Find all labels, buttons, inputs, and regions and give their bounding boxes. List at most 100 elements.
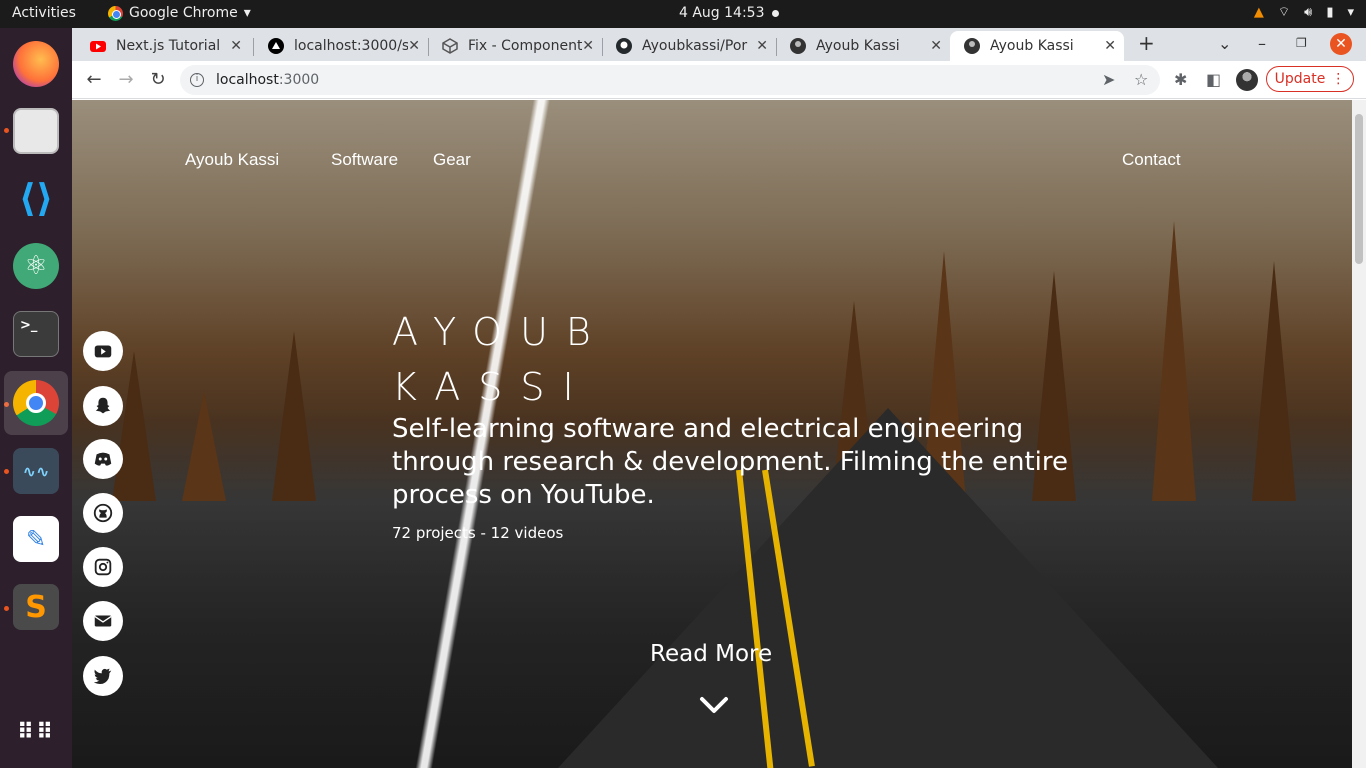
side-panel-icon[interactable]: ◧ xyxy=(1206,70,1221,89)
tab-strip: Next.js Tutorial ✕ localhost:3000/s ✕ Fi… xyxy=(72,28,1366,61)
terminal-icon: >_ xyxy=(13,311,59,357)
mail-link[interactable] xyxy=(83,601,123,641)
tab-fix-component[interactable]: Fix - Component ✕ xyxy=(428,31,602,61)
chrome-icon xyxy=(108,5,123,21)
vercel-icon xyxy=(268,38,284,54)
dock-files[interactable] xyxy=(4,99,68,163)
vlc-icon[interactable]: ▲ xyxy=(1254,5,1264,20)
bookmark-star-icon[interactable]: ☆ xyxy=(1134,70,1148,89)
chrome-icon xyxy=(13,380,59,426)
reload-button[interactable]: ↻ xyxy=(144,67,172,93)
discord-icon xyxy=(94,452,112,466)
tab-title: Ayoub Kassi xyxy=(990,38,1074,54)
send-icon[interactable]: ➤ xyxy=(1102,70,1115,89)
tab-github-repo[interactable]: Ayoubkassi/Por ✕ xyxy=(602,31,776,61)
nav-link-contact[interactable]: Contact xyxy=(1122,150,1181,170)
tab-search-button[interactable]: ⌄ xyxy=(1218,34,1231,53)
browser-toolbar: ← → ↻ i localhost:3000 ➤ ☆ ✱ ◧ Update ⋮ xyxy=(72,61,1366,99)
maximize-button[interactable]: ❐ xyxy=(1296,36,1307,50)
dock-system-monitor[interactable]: ∿∿ xyxy=(4,439,68,503)
twitter-icon xyxy=(93,668,112,685)
discord-link[interactable] xyxy=(83,439,123,479)
youtube-icon xyxy=(90,41,106,52)
more-menu-icon: ⋮ xyxy=(1331,71,1346,87)
hero-tagline: Self-learning software and electrical en… xyxy=(392,414,1068,510)
read-more-link[interactable]: Read More xyxy=(650,641,772,667)
tab-localhost-s[interactable]: localhost:3000/s ✕ xyxy=(254,31,428,61)
hero-stats: 72 projects - 12 videos xyxy=(392,524,564,542)
address-bar[interactable]: i localhost:3000 xyxy=(180,65,1160,95)
volume-icon: 🔊︎ xyxy=(1304,4,1313,20)
dock-terminal[interactable]: >_ xyxy=(4,302,68,366)
url-port: :3000 xyxy=(278,72,320,88)
dock-vscode[interactable]: ⟨⟩ xyxy=(4,166,68,230)
close-icon[interactable]: ✕ xyxy=(582,38,594,54)
chevron-down-icon: ▾ xyxy=(243,5,251,21)
clock[interactable]: 4 Aug 14:53 xyxy=(679,5,765,21)
url-host: localhost xyxy=(216,72,279,88)
snapchat-icon xyxy=(95,397,111,414)
chevron-down-icon: ▾ xyxy=(1347,4,1354,20)
close-icon[interactable]: ✕ xyxy=(756,38,768,54)
tab-title: Ayoub Kassi xyxy=(816,38,900,54)
youtube-link[interactable] xyxy=(83,331,123,371)
dock-chrome[interactable] xyxy=(4,371,68,435)
wifi-icon: ⌔ xyxy=(1277,5,1291,20)
extensions-icon[interactable]: ✱ xyxy=(1174,70,1187,89)
dock-app-grid[interactable]: ⠿⠿ xyxy=(4,700,68,764)
new-tab-button[interactable]: + xyxy=(1138,31,1155,55)
hero-name-line1: AYOUB xyxy=(392,310,609,354)
chevron-down-icon[interactable] xyxy=(699,690,729,720)
text-editor-icon: ✎ xyxy=(13,516,59,562)
profile-avatar[interactable] xyxy=(1236,69,1258,91)
update-button[interactable]: Update ⋮ xyxy=(1266,66,1354,92)
site-info-icon[interactable]: i xyxy=(190,73,204,87)
dock-firefox[interactable] xyxy=(4,32,68,96)
sublime-icon: S xyxy=(13,584,59,630)
close-icon[interactable]: ✕ xyxy=(230,38,242,54)
twitter-link[interactable] xyxy=(83,656,123,696)
close-icon[interactable]: ✕ xyxy=(408,38,420,54)
close-icon[interactable]: ✕ xyxy=(930,38,942,54)
close-icon[interactable]: ✕ xyxy=(1104,38,1116,54)
browser-window: Next.js Tutorial ✕ localhost:3000/s ✕ Fi… xyxy=(72,28,1366,768)
nav-brand-link[interactable]: Ayoub Kassi xyxy=(185,150,279,170)
scrollbar-thumb[interactable] xyxy=(1355,114,1363,264)
hero-name: AYOUB KASSI xyxy=(392,305,609,415)
app-menu-label: Google Chrome xyxy=(129,5,238,21)
atom-icon: ⚛ xyxy=(13,243,59,289)
tree-shape xyxy=(112,350,156,501)
vscode-icon: ⟨⟩ xyxy=(18,176,54,220)
nav-link-gear[interactable]: Gear xyxy=(433,150,471,170)
avatar-icon xyxy=(964,38,980,54)
mail-icon xyxy=(94,615,112,627)
app-menu[interactable]: Google Chrome ▾ xyxy=(108,5,251,21)
page-scrollbar[interactable] xyxy=(1352,100,1366,768)
tree-shape xyxy=(1252,260,1296,501)
dock-text-editor[interactable]: ✎ xyxy=(4,507,68,571)
tab-title: Fix - Component xyxy=(468,38,583,54)
minimize-button[interactable]: – xyxy=(1258,34,1266,53)
app-grid-icon: ⠿⠿ xyxy=(16,719,56,745)
hero-name-line2: KASSI xyxy=(392,365,592,409)
back-button[interactable]: ← xyxy=(80,67,108,93)
forward-button[interactable]: → xyxy=(112,67,140,93)
avatar-icon xyxy=(790,38,806,54)
snapchat-link[interactable] xyxy=(83,386,123,426)
instagram-icon xyxy=(94,558,112,576)
nav-link-software[interactable]: Software xyxy=(331,150,398,170)
youtube-icon xyxy=(94,345,112,358)
tree-shape xyxy=(182,390,226,501)
dock-atom[interactable]: ⚛ xyxy=(4,234,68,298)
tree-shape xyxy=(272,330,316,501)
dock-sublime[interactable]: S xyxy=(4,575,68,639)
close-window-button[interactable]: ✕ xyxy=(1330,33,1352,55)
tab-ayoub-kassi[interactable]: Ayoub Kassi ✕ xyxy=(776,31,950,61)
instagram-link[interactable] xyxy=(83,547,123,587)
github-link[interactable] xyxy=(83,493,123,533)
system-tray[interactable]: ▲ ⌔ 🔊︎ ▮ ▾ xyxy=(1254,4,1354,21)
page-viewport: Ayoub Kassi Software Gear Contact AYOUB … xyxy=(72,100,1352,768)
tab-ayoub-kassi-active[interactable]: Ayoub Kassi ✕ xyxy=(950,31,1124,61)
tab-nextjs-tutorial[interactable]: Next.js Tutorial ✕ xyxy=(76,31,250,61)
activities-button[interactable]: Activities xyxy=(12,5,76,21)
